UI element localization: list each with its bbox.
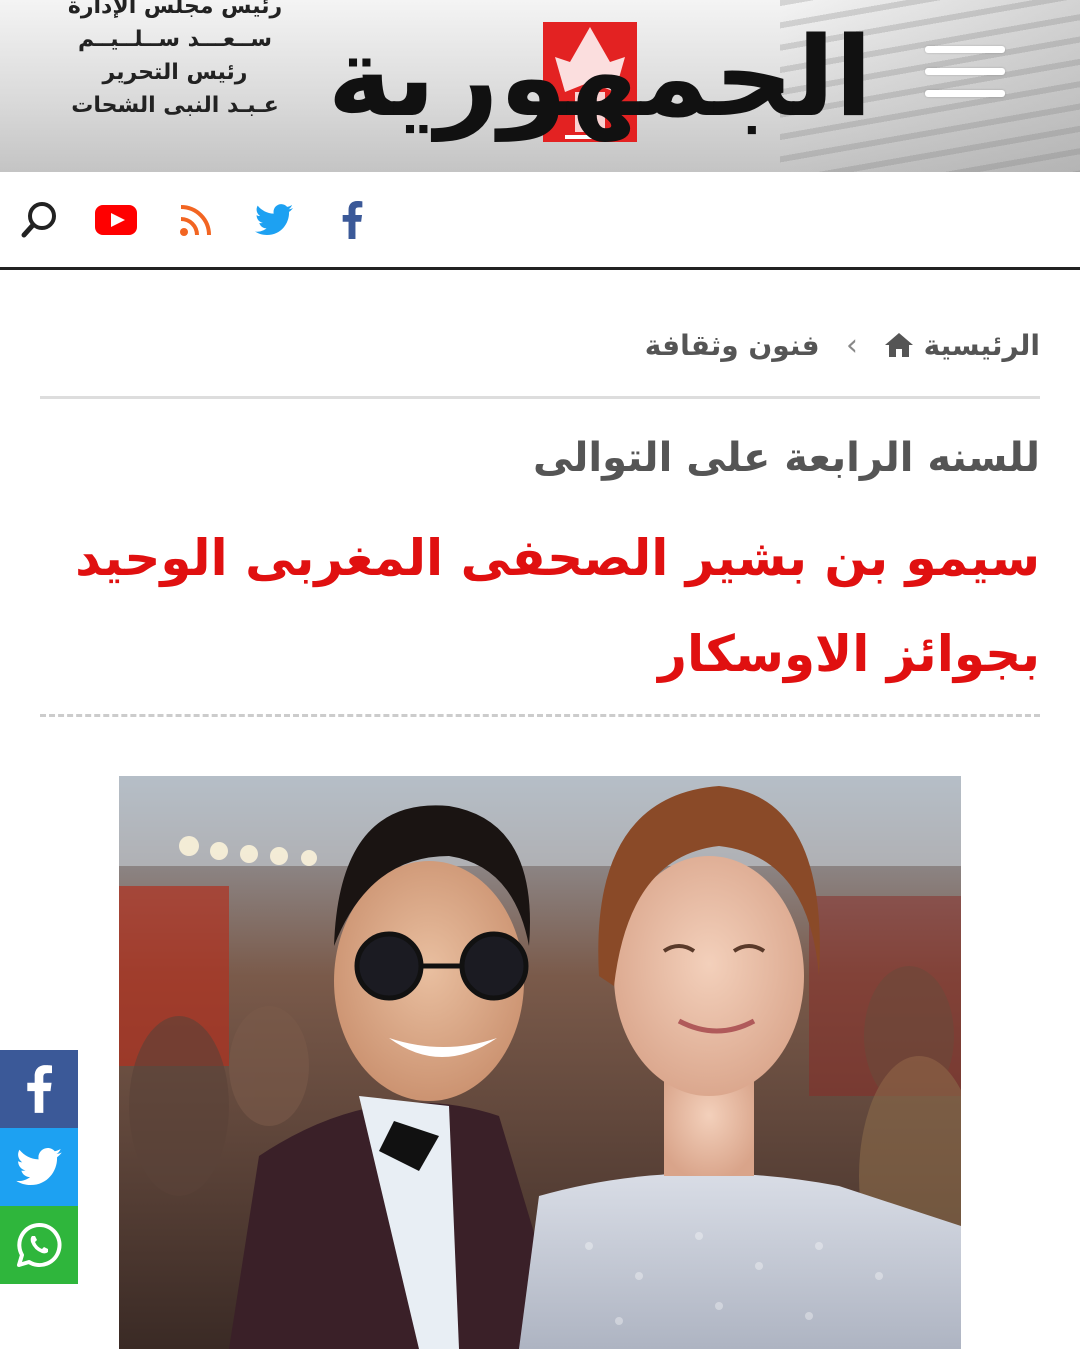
article-headline: سيمو بن بشير الصحفى المغربى الوحيد بجوائ… [75,529,1040,683]
dashed-divider [40,714,1040,717]
editorial-credits: رئيس مجلس الإدارة ســعـــد ســلــيــم رئ… [40,0,310,122]
home-icon [884,333,913,357]
facebook-icon[interactable] [330,198,374,242]
breadcrumb-section-label: فنون وثقافة [644,328,820,362]
breadcrumb-home-label: الرئيسية [923,328,1040,362]
breadcrumb-home[interactable]: الرئيسية [884,329,1040,362]
divider [40,396,1040,399]
twitter-icon[interactable] [252,198,296,242]
rss-icon[interactable] [174,198,218,242]
facebook-icon [27,1065,52,1113]
share-twitter-button[interactable] [0,1128,78,1206]
chevron-left-icon: › [845,327,858,363]
editor-name: عـبـد النبى الشحات [71,93,279,118]
share-whatsapp-button[interactable] [0,1206,78,1284]
site-logo[interactable]: الجمهورية [327,2,877,162]
article-photo[interactable] [119,776,961,1349]
header-banner: رئيس مجلس الإدارة ســعـــد ســلــيــم رئ… [0,0,1080,172]
youtube-icon[interactable] [94,198,138,242]
editor-title: رئيس التحرير [102,60,248,85]
chairman-name: ســعـــد ســلــيــم [78,27,272,52]
chairman-title: رئيس مجلس الإدارة [67,0,283,19]
social-bar [0,172,1080,270]
search-icon[interactable] [18,198,62,242]
photo-illustration [119,776,961,1349]
breadcrumb-section[interactable]: فنون وثقافة [645,329,820,362]
breadcrumb: الرئيسية › فنون وثقافة [645,320,1040,370]
twitter-icon [16,1148,62,1186]
logo-text: الجمهورية [327,13,877,141]
whatsapp-icon [17,1222,62,1267]
share-facebook-button[interactable] [0,1050,78,1128]
article-subtitle: للسنه الرابعة على التوالى [532,435,1040,481]
hamburger-menu-icon[interactable] [925,46,1005,100]
